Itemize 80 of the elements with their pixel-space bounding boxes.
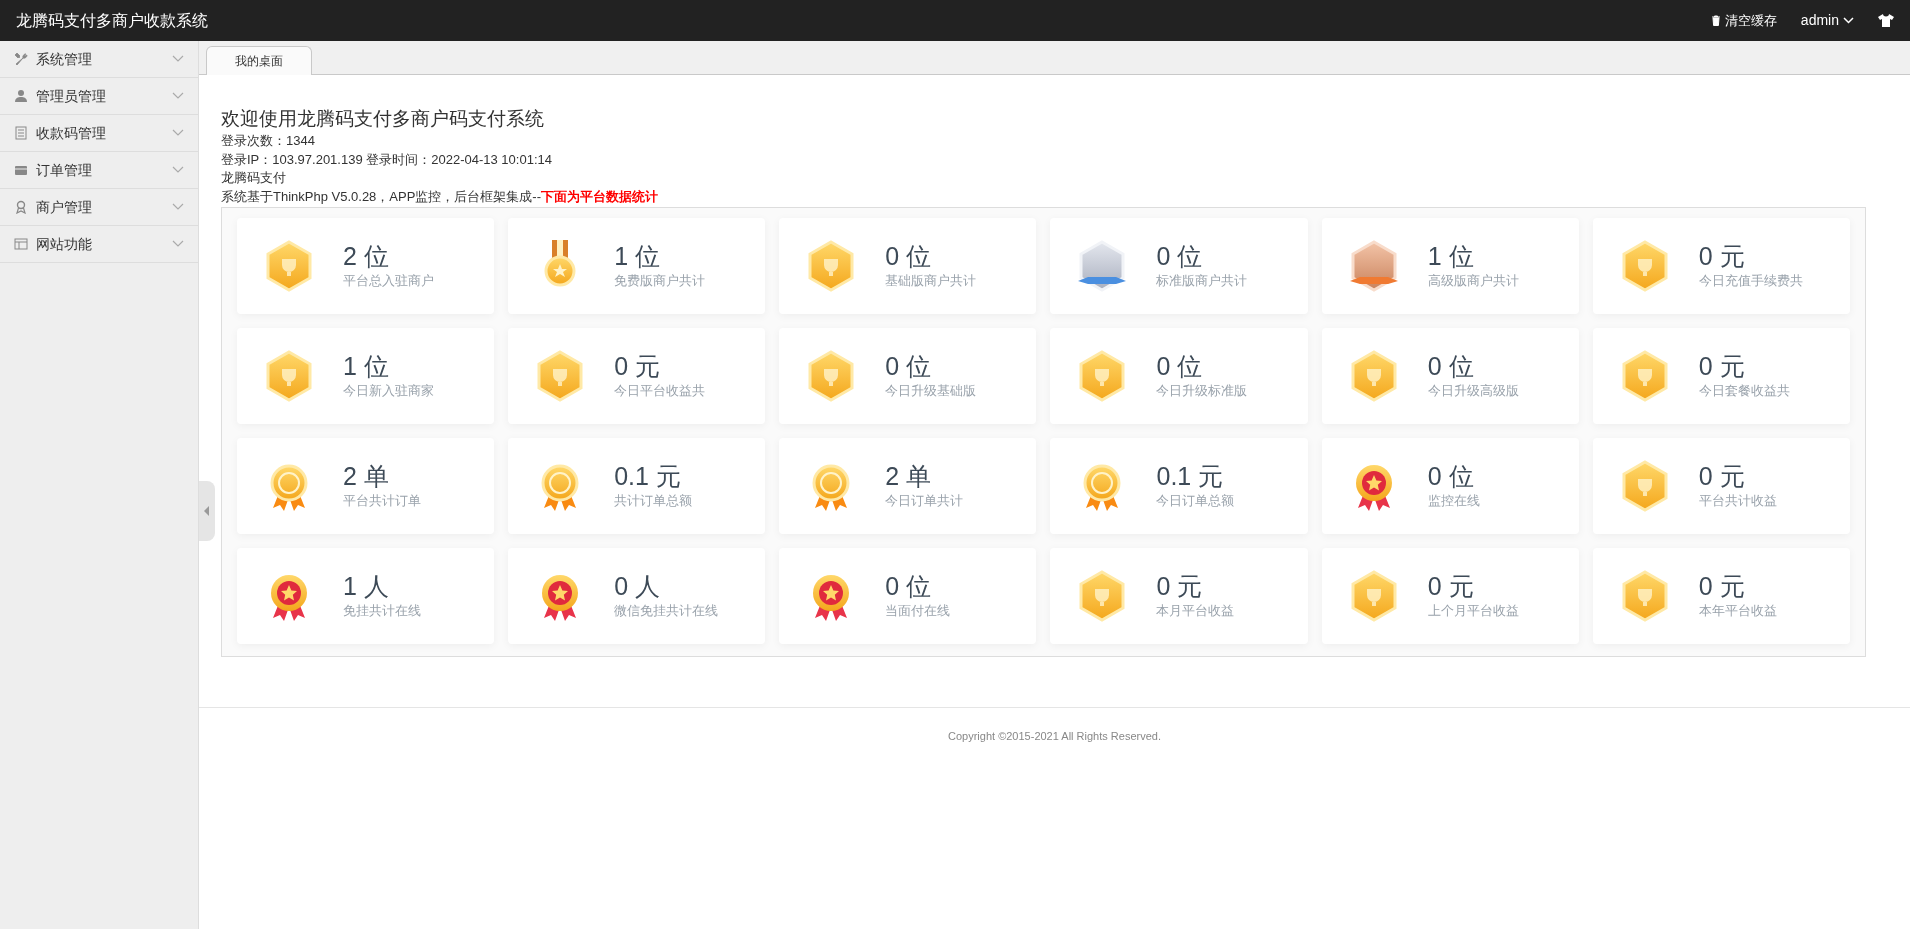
stat-label: 微信免挂共计在线 bbox=[614, 602, 719, 621]
stat-value: 0 位 bbox=[885, 571, 933, 602]
sidebar-item[interactable]: 商户管理 bbox=[0, 189, 198, 226]
chevron-down-icon bbox=[172, 203, 184, 211]
chevron-down-icon bbox=[172, 240, 184, 248]
card-icon bbox=[14, 163, 28, 177]
stat-value: 0 位 bbox=[885, 351, 933, 382]
info-line: 龙腾码支付 bbox=[221, 169, 287, 188]
stat-label: 平台共计收益 bbox=[1698, 492, 1777, 511]
stat-value: 0.1 元 bbox=[1156, 461, 1225, 492]
window-icon bbox=[14, 237, 28, 251]
stat-label: 本年平台收益 bbox=[1698, 602, 1777, 621]
stat-label: 今日升级基础版 bbox=[885, 382, 977, 401]
stat-value: 0 元 bbox=[1156, 571, 1204, 602]
stat-label: 高级版商户共计 bbox=[1427, 272, 1519, 291]
stat-value: 0 位 bbox=[1156, 241, 1204, 272]
stat-label: 基础版商户共计 bbox=[885, 272, 977, 291]
system-note: 系统基于ThinkPhp V5.0.28，APP监控，后台框架集成--下面为平台数据统计 bbox=[221, 188, 660, 207]
shirt-icon[interactable] bbox=[1878, 14, 1894, 27]
stat-label: 免挂共计在线 bbox=[343, 602, 421, 621]
stat-value: 0 元 bbox=[1698, 571, 1746, 602]
stat-label: 今日升级高级版 bbox=[1427, 382, 1519, 401]
stat-value: 0 元 bbox=[1698, 241, 1746, 272]
stat-label: 监控在线 bbox=[1427, 492, 1480, 511]
stat-value: 2 位 bbox=[343, 241, 390, 272]
stat-value: 1 位 bbox=[614, 241, 661, 272]
sidebar-item[interactable]: 网站功能 bbox=[0, 226, 198, 263]
stat-value: 2 单 bbox=[885, 461, 933, 492]
stat-value: 0 位 bbox=[1427, 461, 1475, 492]
chevron-down-icon bbox=[172, 92, 184, 100]
stat-label: 共计订单总额 bbox=[614, 492, 693, 511]
app-title: 龙腾码支付多商户收款系统 bbox=[16, 10, 208, 31]
stat-value: 0 位 bbox=[1427, 351, 1475, 382]
stat-value: 0 元 bbox=[1698, 461, 1746, 492]
stat-label: 当面付在线 bbox=[885, 602, 951, 621]
stat-value: 1 位 bbox=[343, 351, 390, 382]
info-line: 登录IP：103.97.201.139 登录时间：2022-04-13 10:01:14 bbox=[221, 150, 553, 169]
stat-label: 标准版商户共计 bbox=[1156, 272, 1248, 291]
stat-value: 0 位 bbox=[885, 241, 933, 272]
sidebar-collapse-handle[interactable] bbox=[199, 481, 215, 541]
sidebar-item[interactable]: 收款码管理 bbox=[0, 115, 198, 152]
tools-icon bbox=[14, 52, 28, 66]
user-menu[interactable]: admin bbox=[1800, 10, 1854, 31]
stat-label: 今日平台收益共 bbox=[614, 382, 706, 401]
stat-value: 0 人 bbox=[614, 571, 661, 602]
award-icon bbox=[14, 200, 28, 214]
stat-value: 0 元 bbox=[614, 351, 661, 382]
stat-value: 1 人 bbox=[343, 571, 390, 602]
caret-icon bbox=[1843, 17, 1854, 24]
stat-label: 平台总入驻商户 bbox=[343, 272, 434, 291]
stat-value: 2 单 bbox=[343, 461, 390, 492]
chevron-down-icon bbox=[172, 129, 184, 137]
person-icon bbox=[14, 89, 28, 103]
chevron-down-icon bbox=[172, 55, 184, 63]
stat-label: 今日充值手续费共 bbox=[1698, 272, 1803, 291]
copyright-text: Copyright ©2015-2021 All Rights Reserved. bbox=[948, 730, 1161, 743]
stat-value: 0 元 bbox=[1427, 571, 1475, 602]
stat-value: 1 位 bbox=[1427, 241, 1475, 272]
stat-value: 0 位 bbox=[1156, 351, 1204, 382]
stat-label: 今日订单共计 bbox=[885, 492, 964, 511]
sidebar-item[interactable]: 管理员管理 bbox=[0, 78, 198, 115]
chevron-down-icon bbox=[172, 166, 184, 174]
info-line: 登录次数：1344 bbox=[221, 131, 316, 150]
stat-label: 免费版商户共计 bbox=[614, 272, 706, 291]
welcome-heading: 欢迎使用龙腾码支付多商户码支付系统 bbox=[221, 107, 545, 131]
sidebar-item[interactable]: 订单管理 bbox=[0, 152, 198, 189]
tab[interactable]: 我的桌面 bbox=[206, 46, 312, 75]
stat-label: 本月平台收益 bbox=[1156, 602, 1235, 621]
stat-label: 今日新入驻商家 bbox=[343, 382, 434, 401]
stat-label: 今日订单总额 bbox=[1156, 492, 1235, 511]
clear-cache-link[interactable]: 清空缓存 bbox=[1710, 10, 1777, 31]
stat-label: 平台共计订单 bbox=[343, 492, 421, 511]
stat-label: 今日套餐收益共 bbox=[1698, 382, 1790, 401]
trash-icon bbox=[1710, 15, 1721, 26]
stat-value: 0.1 元 bbox=[614, 461, 682, 492]
document-icon bbox=[14, 126, 28, 140]
stat-value: 0 元 bbox=[1698, 351, 1746, 382]
stat-label: 今日升级标准版 bbox=[1156, 382, 1248, 401]
sidebar-item[interactable]: 系统管理 bbox=[0, 41, 198, 78]
stat-label: 上个月平台收益 bbox=[1427, 602, 1519, 621]
